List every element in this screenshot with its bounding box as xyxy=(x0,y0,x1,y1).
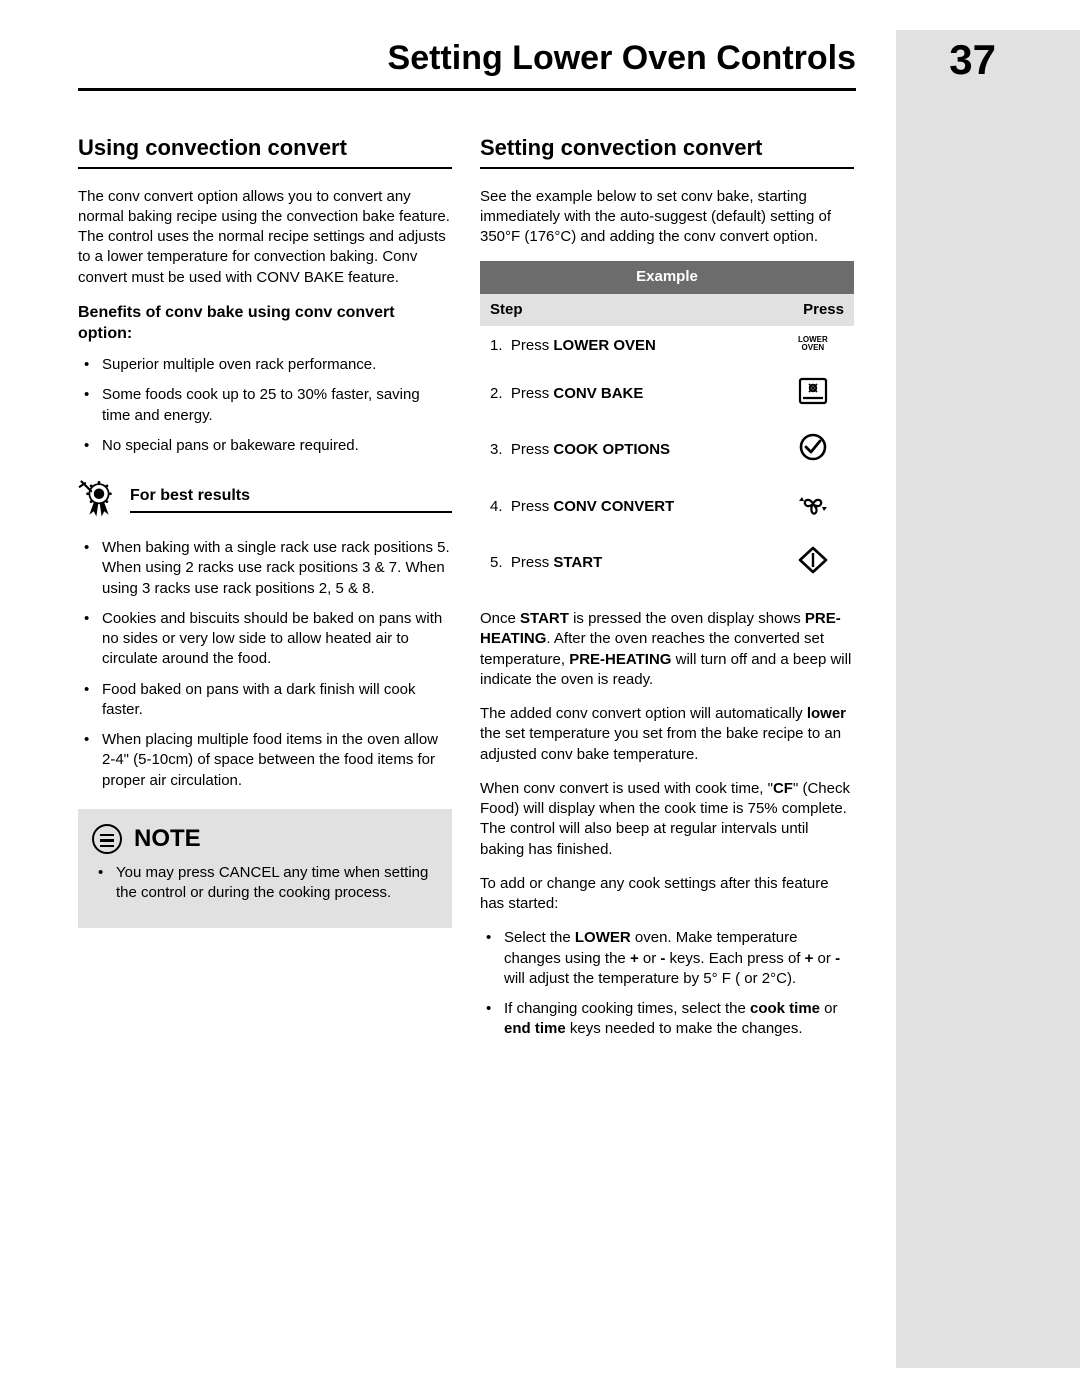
note-label: NOTE xyxy=(134,823,201,855)
best-results-list: When baking with a single rack use rack … xyxy=(78,538,452,791)
ribbon-icon xyxy=(78,476,120,522)
section-using-conv-convert: Using convection convert xyxy=(78,133,452,169)
table-row: 1. Press LOWER OVEN LOWER OVEN xyxy=(480,326,854,366)
page-content: Setting Lower Oven Controls 37 Using con… xyxy=(78,36,856,1054)
benefits-list: Superior multiple oven rack performance.… xyxy=(78,355,452,456)
table-row: 5. Press START xyxy=(480,535,854,591)
list-item: Superior multiple oven rack performance. xyxy=(84,355,452,375)
table-row: 4. Press CONV CONVERT xyxy=(480,479,854,535)
page-side-bar xyxy=(896,30,1080,1368)
best-results-header: For best results xyxy=(78,476,452,522)
conv-bake-icon xyxy=(797,376,829,406)
table-row: 3. Press COOK OPTIONS xyxy=(480,422,854,478)
note-icon xyxy=(92,824,122,854)
list-item: When baking with a single rack use rack … xyxy=(84,538,452,599)
list-item: When placing multiple food items in the … xyxy=(84,730,452,791)
col-press: Press xyxy=(772,294,854,326)
list-item: Select the LOWER oven. Make temperature … xyxy=(486,928,854,989)
intro-paragraph: The conv convert option allows you to co… xyxy=(78,187,452,288)
list-item: Some foods cook up to 25 to 30% faster, … xyxy=(84,385,452,426)
example-table: Example Step Press 1. Press LOWER OVEN L… xyxy=(480,261,854,591)
left-column: Using convection convert The conv conver… xyxy=(78,133,452,1054)
lower-oven-icon: LOWER OVEN xyxy=(798,336,828,352)
page-title: Setting Lower Oven Controls xyxy=(388,36,856,82)
table-row: 2. Press CONV BAKE xyxy=(480,366,854,422)
best-results-title: For best results xyxy=(130,485,452,507)
list-item: Food baked on pans with a dark finish wi… xyxy=(84,680,452,721)
list-item: If changing cooking times, select the co… xyxy=(486,999,854,1040)
list-item: No special pans or bakeware required. xyxy=(84,436,452,456)
cf-paragraph: When conv convert is used with cook time… xyxy=(480,779,854,860)
note-item: You may press CANCEL any time when setti… xyxy=(98,863,438,904)
example-title: Example xyxy=(480,261,854,293)
conv-convert-icon xyxy=(797,489,829,519)
page-number: 37 xyxy=(949,32,996,89)
benefits-heading: Benefits of conv bake using conv convert… xyxy=(78,302,452,345)
col-step: Step xyxy=(480,294,772,326)
intro-paragraph: See the example below to set conv bake, … xyxy=(480,187,854,248)
after-start-paragraph: Once START is pressed the oven display s… xyxy=(480,609,854,690)
lower-temp-paragraph: The added conv convert option will autom… xyxy=(480,704,854,765)
right-column: Setting convection convert See the examp… xyxy=(480,133,854,1054)
note-box: NOTE You may press CANCEL any time when … xyxy=(78,809,452,928)
start-icon xyxy=(797,545,829,575)
page-header: Setting Lower Oven Controls 37 xyxy=(78,36,856,91)
cook-options-icon xyxy=(797,432,829,462)
change-list: Select the LOWER oven. Make temperature … xyxy=(480,928,854,1039)
change-intro: To add or change any cook settings after… xyxy=(480,874,854,915)
list-item: Cookies and biscuits should be baked on … xyxy=(84,609,452,670)
section-setting-conv-convert: Setting convection convert xyxy=(480,133,854,169)
